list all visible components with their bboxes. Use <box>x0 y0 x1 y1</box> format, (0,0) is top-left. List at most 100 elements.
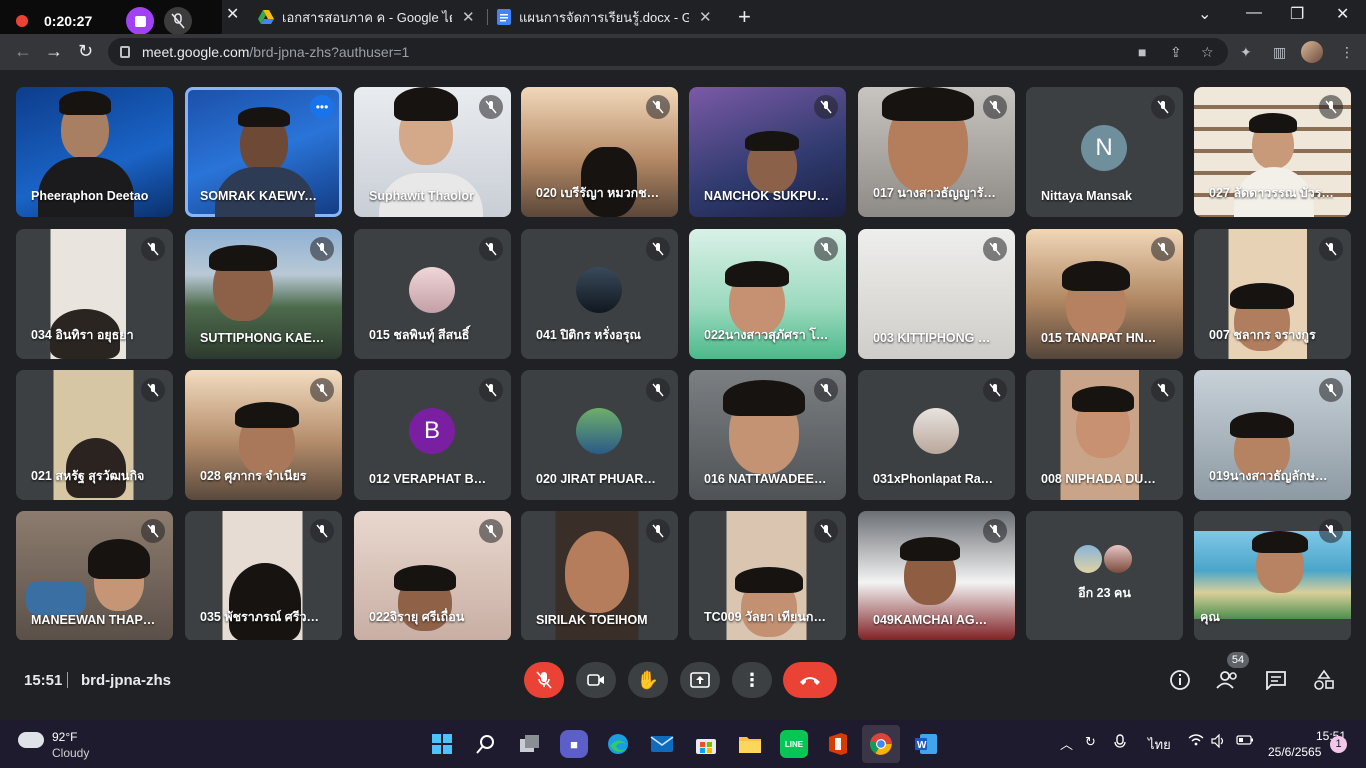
participant-tile[interactable]: 007 ชลากร จรางกูร <box>1194 229 1351 359</box>
chrome-button[interactable] <box>862 725 900 763</box>
mail-button[interactable] <box>648 730 676 758</box>
camera-toggle-button[interactable] <box>576 662 616 698</box>
tab-close-icon[interactable]: ✕ <box>226 7 240 23</box>
search-button[interactable] <box>472 730 500 758</box>
participant-tile[interactable]: 021 สหรัฐ สุรวัฒนกิจ <box>16 370 173 500</box>
participant-tile[interactable]: 016 NATTAWADEE … <box>689 370 846 500</box>
weather-temperature[interactable]: 92°F <box>52 730 77 744</box>
muted-mic-icon <box>814 519 838 543</box>
chat-button[interactable] <box>1264 668 1288 692</box>
extensions-icon[interactable]: ✦ <box>1240 44 1252 61</box>
participant-tile[interactable]: 028 ศุภากร จำเนียร <box>185 370 342 500</box>
more-options-icon[interactable]: ••• <box>310 95 334 119</box>
close-window-button[interactable]: ✕ <box>1336 4 1349 24</box>
participant-name: 027 ลัดดาวรรณ บัวร… <box>1209 186 1334 200</box>
leave-call-button[interactable] <box>783 662 837 698</box>
tab-close-icon[interactable]: ✕ <box>462 8 475 26</box>
minimize-button[interactable]: — <box>1246 4 1262 22</box>
store-button[interactable] <box>692 730 720 758</box>
participant-tile[interactable]: 020 เบรีรัญา หมวกช… <box>521 87 678 217</box>
participant-tile[interactable]: 035 พัชราภรณ์ ศรีวร… <box>185 511 342 641</box>
people-button[interactable] <box>1216 668 1240 692</box>
maximize-button[interactable]: ❐ <box>1290 4 1304 24</box>
recording-mic-button[interactable] <box>164 7 192 35</box>
new-tab-button[interactable]: + <box>738 4 751 30</box>
participant-tile[interactable]: B 012 VERAPHAT BO… <box>354 370 511 500</box>
stop-recording-button[interactable] <box>126 7 154 35</box>
address-bar[interactable]: meet.google.com/brd-jpna-zhs?authuser=1 <box>108 38 1228 66</box>
divider <box>67 672 68 688</box>
task-view-button[interactable] <box>516 730 544 758</box>
microphone-tray-icon[interactable] <box>1114 734 1126 753</box>
forward-button[interactable]: → <box>45 41 63 62</box>
more-options-button[interactable]: ⋮ <box>732 662 772 698</box>
meeting-details-button[interactable] <box>1168 668 1192 692</box>
weather-condition[interactable]: Cloudy <box>52 746 89 760</box>
teams-chat-button[interactable]: ■ <box>560 730 588 758</box>
battery-icon[interactable] <box>1236 734 1254 749</box>
share-icon[interactable]: ⇪ <box>1170 44 1182 61</box>
info-icon <box>1170 670 1190 690</box>
back-button[interactable]: ← <box>14 41 32 62</box>
edge-button[interactable] <box>604 730 632 758</box>
muted-mic-icon <box>1151 237 1175 261</box>
tab-drive[interactable]: เอกสารสอบภาค ค - Google ไดรฟ์ ✕ <box>258 0 475 34</box>
microphone-toggle-button[interactable] <box>524 662 564 698</box>
participant-name: Suphawit Thaolor <box>369 189 474 203</box>
participant-tile[interactable]: 019นางสาวธัญลักษ… <box>1194 370 1351 500</box>
participant-tile[interactable]: 049KAMCHAI AG… <box>858 511 1015 641</box>
show-hidden-icons-chevron-icon[interactable]: ︿ <box>1060 734 1073 753</box>
participant-tile[interactable]: 022นางสาวสุภัศรา โ… <box>689 229 846 359</box>
participant-tile[interactable]: NAMCHOK SUKPU… <box>689 87 846 217</box>
participant-tile[interactable]: 003 KITTIPHONG … <box>858 229 1015 359</box>
wifi-icon[interactable] <box>1188 734 1204 749</box>
office-button[interactable] <box>824 730 852 758</box>
participant-tile[interactable]: Suphawit Thaolor <box>354 87 511 217</box>
participant-photo-avatar <box>1104 545 1132 573</box>
participant-tile[interactable]: TC009 วัลยา เทียนกสี… <box>689 511 846 641</box>
tab-docs[interactable]: แผนการจัดการเรียนรู้.docx - Google ✕ <box>497 0 712 34</box>
volume-icon[interactable] <box>1211 733 1227 751</box>
participant-tile[interactable]: ••• SOMRAK KAEWYA… <box>185 87 342 217</box>
participant-tile[interactable]: 022จิรายุ ศรีเถื่อน <box>354 511 511 641</box>
tab-close-icon[interactable]: ✕ <box>699 8 712 26</box>
more-participants-tile[interactable]: อีก 23 คน <box>1026 511 1183 641</box>
muted-mic-icon <box>646 378 670 402</box>
participant-tile[interactable]: 017 นางสาวธัญญารั… <box>858 87 1015 217</box>
participant-tile[interactable]: 015 ชลพินทุ์ สีสนธิ์ <box>354 229 511 359</box>
file-explorer-button[interactable] <box>736 730 764 758</box>
line-app-button[interactable]: LINE <box>780 730 808 758</box>
muted-mic-icon <box>479 378 503 402</box>
taskbar-date[interactable]: 25/6/2565 <box>1268 745 1321 759</box>
start-menu-button[interactable] <box>428 730 456 758</box>
bookmark-star-icon[interactable]: ☆ <box>1201 44 1214 61</box>
participant-tile[interactable]: 020 JIRAT PHUAR… <box>521 370 678 500</box>
tab-search-icon[interactable]: ⌄ <box>1198 4 1211 24</box>
language-indicator[interactable]: ไทย <box>1148 734 1171 755</box>
participant-tile[interactable]: Pheeraphon Deetao <box>16 87 173 217</box>
sync-icon[interactable]: ↻ <box>1085 734 1096 750</box>
participant-tile[interactable]: N Nittaya Mansak <box>1026 87 1183 217</box>
participant-tile[interactable]: 008 NIPHADA DU… <box>1026 370 1183 500</box>
browser-tab-bar: 0:20:27 ✕ เอกสารสอบภาค ค - Google ไดรฟ์ … <box>0 0 1366 42</box>
word-button[interactable]: W <box>912 730 940 758</box>
participant-tile[interactable]: SUTTIPHONG KAE… <box>185 229 342 359</box>
present-screen-button[interactable] <box>680 662 720 698</box>
participant-tile[interactable]: 041 ปิติกร หรั่งอรุณ <box>521 229 678 359</box>
menu-icon[interactable]: ⋮ <box>1340 44 1354 61</box>
reload-button[interactable]: ↻ <box>78 41 93 62</box>
participant-tile[interactable]: MANEEWAN THAP… <box>16 511 173 641</box>
notification-badge[interactable]: 1 <box>1330 736 1347 753</box>
side-panel-icon[interactable]: ▥ <box>1273 44 1286 61</box>
activities-button[interactable] <box>1312 668 1336 692</box>
participant-tile[interactable]: SIRILAK TOEIHOM <box>521 511 678 641</box>
participant-tile[interactable]: 031xPhonlapat Ra… <box>858 370 1015 500</box>
camera-in-use-icon[interactable]: ■ <box>1138 44 1146 60</box>
participant-tile[interactable]: 034 อินทิรา อยุธยา <box>16 229 173 359</box>
cloud-icon <box>18 732 44 748</box>
profile-avatar[interactable] <box>1301 41 1323 63</box>
self-view-tile[interactable]: คุณ <box>1194 511 1351 641</box>
participant-tile[interactable]: 015 TANAPAT HN… <box>1026 229 1183 359</box>
participant-tile[interactable]: 027 ลัดดาวรรณ บัวร… <box>1194 87 1351 217</box>
raise-hand-button[interactable]: ✋ <box>628 662 668 698</box>
